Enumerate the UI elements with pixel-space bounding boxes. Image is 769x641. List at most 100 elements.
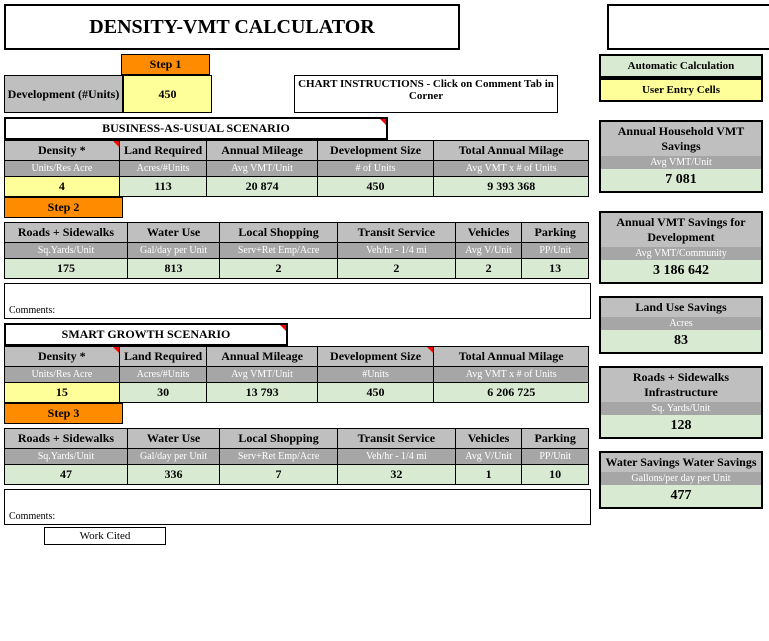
sg-v-1: 30: [119, 383, 207, 403]
side-roads: Roads + Sidewalks Infrastructure Sq. Yar…: [599, 366, 763, 439]
bau-mileage-val: 20 874: [207, 177, 317, 197]
sg-v2-5: 10: [522, 465, 589, 485]
bau-devsize-val: 450: [317, 177, 434, 197]
side-s4-h: Roads + Sidewalks Infrastructure: [601, 368, 761, 402]
work-cited[interactable]: Work Cited: [44, 527, 166, 545]
sg-v-2: 13 793: [207, 383, 317, 403]
bau-u-1: Acres/#Units: [119, 161, 207, 177]
side-vmt-dev: Annual VMT Savings for Development Avg V…: [599, 211, 763, 284]
sg-u-4: Avg VMT x # of Units: [434, 367, 589, 383]
bau-h2-4: Vehicles: [455, 223, 522, 243]
side-vmt-household: Annual Household VMT Savings Avg VMT/Uni…: [599, 120, 763, 193]
sg-u2-1: Gal/day per Unit: [127, 449, 219, 465]
sg-h2-3: Transit Service: [337, 429, 455, 449]
bau-h2-0: Roads + Sidewalks: [5, 223, 128, 243]
sg-table-1: Density * Land Required Annual Mileage D…: [4, 346, 589, 403]
sg-u-0: Units/Res Acre: [5, 367, 120, 383]
bau-u2-2: Serv+Ret Emp/Acre: [220, 243, 338, 259]
side-water: Water Savings Water Savings Gallons/per …: [599, 451, 763, 509]
bau-v2-2: 2: [220, 259, 338, 279]
sg-h-0: Density *: [5, 347, 120, 367]
bau-v2-5: 13: [522, 259, 589, 279]
sg-h-1: Land Required: [119, 347, 207, 367]
bau-u-0: Units/Res Acre: [5, 161, 120, 177]
side-s4-v: 128: [601, 415, 761, 437]
sg-title-text: SMART GROWTH SCENARIO: [62, 327, 231, 341]
side-s1-u: Avg VMT/Unit: [601, 156, 761, 169]
bau-h-land: Land Required: [119, 141, 207, 161]
sg-v2-4: 1: [455, 465, 522, 485]
bau-h2-2: Local Shopping: [220, 223, 338, 243]
sg-u-2: Avg VMT/Unit: [207, 367, 317, 383]
chart-instructions: CHART INSTRUCTIONS - Click on Comment Ta…: [294, 75, 558, 113]
side-s2-v: 3 186 642: [601, 260, 761, 282]
sg-h2-0: Roads + Sidewalks: [5, 429, 128, 449]
bau-v2-0: 175: [5, 259, 128, 279]
sg-v2-1: 336: [127, 465, 219, 485]
sg-h-2: Annual Mileage: [207, 347, 317, 367]
side-s3-v: 83: [601, 330, 761, 352]
bau-h-devsize: Development Size: [317, 141, 434, 161]
sg-v2-2: 7: [220, 465, 338, 485]
sg-h2-1: Water Use: [127, 429, 219, 449]
bau-h-density: Density *: [5, 141, 120, 161]
bau-v2-1: 813: [127, 259, 219, 279]
legend-user: User Entry Cells: [599, 78, 763, 102]
step3-label: Step 3: [4, 403, 123, 424]
sg-density-input[interactable]: 15: [5, 383, 120, 403]
bau-table-2: Roads + Sidewalks Water Use Local Shoppi…: [4, 222, 589, 279]
title-side-blank: [607, 4, 769, 50]
bau-comments[interactable]: Comments:: [4, 283, 591, 319]
bau-u2-3: Veh/hr - 1/4 mi: [337, 243, 455, 259]
page-title: DENSITY-VMT CALCULATOR: [4, 4, 460, 50]
side-s3-u: Acres: [601, 317, 761, 330]
sg-u2-3: Veh/hr - 1/4 mi: [337, 449, 455, 465]
side-s5-h: Water Savings Water Savings: [601, 453, 761, 472]
sg-u2-2: Serv+Ret Emp/Acre: [220, 449, 338, 465]
bau-title-text: BUSINESS-AS-USUAL SCENARIO: [102, 121, 290, 135]
sg-u2-0: Sq.Yards/Unit: [5, 449, 128, 465]
side-s2-u: Avg VMT/Community: [601, 247, 761, 260]
bau-h-mileage: Annual Mileage: [207, 141, 317, 161]
sg-u2-5: PP/Unit: [522, 449, 589, 465]
bau-total-val: 9 393 368: [434, 177, 589, 197]
sg-h-4: Total Annual Milage: [434, 347, 589, 367]
sg-table-2: Roads + Sidewalks Water Use Local Shoppi…: [4, 428, 589, 485]
sg-h-3: Development Size: [317, 347, 434, 367]
bau-u2-1: Gal/day per Unit: [127, 243, 219, 259]
bau-v2-3: 2: [337, 259, 455, 279]
side-s3-h: Land Use Savings: [601, 298, 761, 317]
sg-h2-2: Local Shopping: [220, 429, 338, 449]
sg-title: SMART GROWTH SCENARIO: [4, 323, 288, 346]
sg-u-3: #Units: [317, 367, 434, 383]
bau-u2-0: Sq.Yards/Unit: [5, 243, 128, 259]
bau-h-total: Total Annual Milage: [434, 141, 589, 161]
side-s1-v: 7 081: [601, 169, 761, 191]
bau-u2-5: PP/Unit: [522, 243, 589, 259]
bau-density-input[interactable]: 4: [5, 177, 120, 197]
side-s4-u: Sq. Yards/Unit: [601, 402, 761, 415]
side-land: Land Use Savings Acres 83: [599, 296, 763, 354]
side-s1-h: Annual Household VMT Savings: [601, 122, 761, 156]
side-s5-v: 477: [601, 485, 761, 507]
bau-u-4: Avg VMT x # of Units: [434, 161, 589, 177]
side-s2-h: Annual VMT Savings for Development: [601, 213, 761, 247]
bau-land-val: 113: [119, 177, 207, 197]
sg-v-4: 6 206 725: [434, 383, 589, 403]
sg-v-3: 450: [317, 383, 434, 403]
legend-auto: Automatic Calculation: [599, 54, 763, 78]
sg-u2-4: Avg V/Unit: [455, 449, 522, 465]
bau-u-3: # of Units: [317, 161, 434, 177]
side-s5-u: Gallons/per day per Unit: [601, 472, 761, 485]
bau-u2-4: Avg V/Unit: [455, 243, 522, 259]
sg-v2-3: 32: [337, 465, 455, 485]
sg-comments[interactable]: Comments:: [4, 489, 591, 525]
sg-u-1: Acres/#Units: [119, 367, 207, 383]
step1-label: Step 1: [121, 54, 210, 75]
development-input[interactable]: 450: [123, 75, 212, 113]
development-label: Development (#Units): [4, 75, 123, 113]
bau-h2-3: Transit Service: [337, 223, 455, 243]
bau-h2-1: Water Use: [127, 223, 219, 243]
bau-table-1: Density * Land Required Annual Mileage D…: [4, 140, 589, 197]
sg-v2-0: 47: [5, 465, 128, 485]
